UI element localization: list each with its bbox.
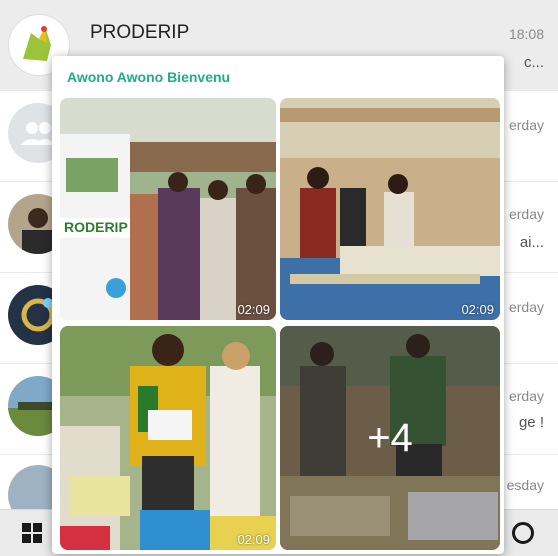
message-preview-card[interactable]: Awono Awono Bienvenu RODERIP 02:09 02:09… [52,56,504,554]
chat-snippet: c... [523,54,544,71]
windows-icon[interactable] [22,523,42,543]
event-photo [60,326,276,550]
media-tile[interactable]: 02:09 [60,326,276,550]
video-duration: 02:09 [461,302,494,317]
event-photo: RODERIP [60,98,276,320]
chat-time: erday [508,299,544,315]
video-duration: 02:09 [237,532,270,547]
video-duration: 02:09 [237,302,270,317]
chat-time: esday [506,477,544,493]
chat-snippet: ge ! [518,414,544,431]
chat-time: erday [508,117,544,133]
media-tile[interactable]: RODERIP 02:09 [60,98,276,320]
chat-name: PRODERIP [90,22,190,43]
media-tile[interactable]: 02:09 [280,98,500,320]
more-media-count: +4 [280,326,500,550]
event-photo [280,98,500,320]
search-circle-icon[interactable] [512,522,534,544]
chat-snippet: ai... [519,234,544,251]
media-tile-more[interactable]: +4 [280,326,500,550]
chat-time: 18:08 [508,26,544,42]
chat-time: erday [508,388,544,404]
svg-text:RODERIP: RODERIP [64,219,128,235]
chat-time: erday [508,206,544,222]
sender-name: Awono Awono Bienvenu [67,69,231,85]
